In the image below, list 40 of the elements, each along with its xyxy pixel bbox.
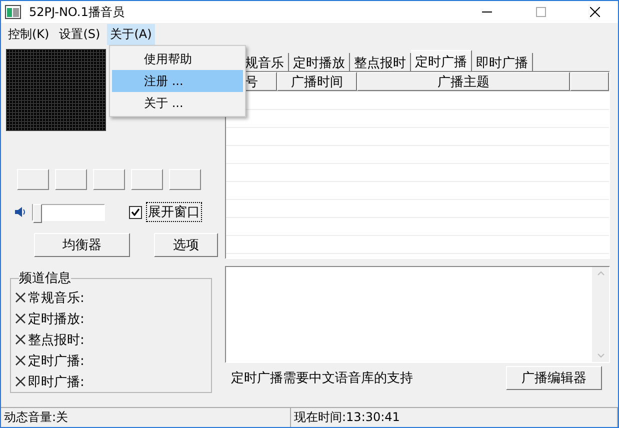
editor-button[interactable]: 广播编辑器 xyxy=(506,366,602,390)
cross-icon xyxy=(15,334,26,345)
check-icon xyxy=(131,208,140,216)
close-icon xyxy=(590,7,600,17)
menu-option[interactable]: 关于 ... xyxy=(112,92,243,114)
menu-item[interactable]: 设置(S) xyxy=(56,24,104,44)
status-text: 现在时间:13:30:41 xyxy=(291,408,618,427)
cross-icon xyxy=(15,292,26,303)
blank-button[interactable] xyxy=(17,169,49,190)
channel-label: 常规音乐: xyxy=(28,290,84,306)
action-button[interactable]: 选项 xyxy=(154,233,218,257)
menu-option[interactable]: 注册 ... xyxy=(112,70,243,92)
info-text: 定时广播需要中文语音库的支持 xyxy=(231,370,413,387)
status-text: 动态音量:关 xyxy=(1,408,291,427)
menu-item[interactable]: 控制(K) xyxy=(5,24,52,44)
volume-slider[interactable] xyxy=(32,204,105,220)
tab[interactable]: 定时广播 xyxy=(411,50,472,72)
cross-icon xyxy=(15,376,26,387)
maximize-icon xyxy=(536,7,546,17)
action-button[interactable]: 均衡器 xyxy=(34,233,130,257)
cross-icon xyxy=(15,355,26,366)
blank-button[interactable] xyxy=(55,169,87,190)
group-title: 频道信息 xyxy=(19,270,71,287)
blank-button[interactable] xyxy=(93,169,125,190)
speaker-icon xyxy=(14,206,26,218)
app-icon xyxy=(5,5,21,19)
blank-button[interactable] xyxy=(169,169,201,190)
menu-item[interactable]: 关于(A) xyxy=(107,24,155,44)
blank-button[interactable] xyxy=(131,169,163,190)
cross-icon xyxy=(15,313,26,324)
channel-label: 定时播放: xyxy=(28,310,84,328)
column-header[interactable] xyxy=(570,72,609,91)
channel-label: 即时广播: xyxy=(28,374,84,390)
channel-label: 定时广播: xyxy=(28,352,84,370)
channel-label: 整点报时: xyxy=(28,332,84,348)
window-title: 52PJ-NO.1播音员 xyxy=(29,4,126,20)
column-header[interactable]: 广播主题 xyxy=(357,72,570,91)
menu-option[interactable]: 使用帮助 xyxy=(112,48,243,70)
slider-thumb[interactable] xyxy=(33,204,42,222)
column-header[interactable]: 广播时间 xyxy=(277,72,357,91)
